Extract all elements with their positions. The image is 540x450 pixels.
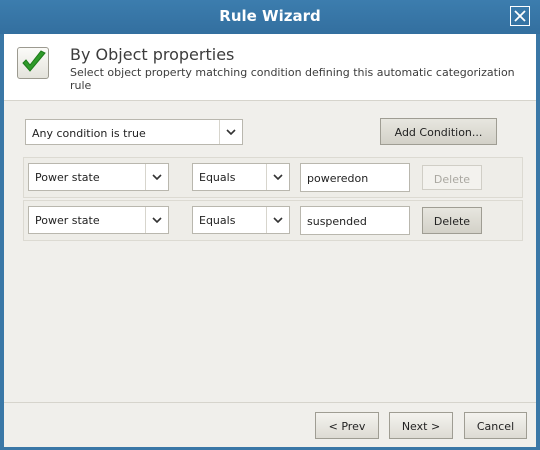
value-input[interactable]: poweredon <box>300 163 410 192</box>
delete-button[interactable]: Delete <box>422 207 482 234</box>
operator-value: Equals <box>199 171 236 184</box>
delete-label: Delete <box>433 215 471 228</box>
prev-label: < Prev <box>328 420 366 433</box>
property-dropdown[interactable]: Power state <box>28 206 169 234</box>
property-value: Power state <box>35 171 100 184</box>
cancel-label: Cancel <box>476 420 515 433</box>
match-mode-value: Any condition is true <box>32 127 146 140</box>
header-title: By Object properties <box>70 45 235 64</box>
delete-button[interactable]: Delete <box>422 165 482 190</box>
next-button[interactable]: Next > <box>389 412 453 439</box>
next-label: Next > <box>401 420 441 433</box>
rule-wizard-window: Rule Wizard By Object properties Select … <box>0 0 540 450</box>
prev-button[interactable]: < Prev <box>315 412 379 439</box>
operator-value: Equals <box>199 214 236 227</box>
header-subtitle: Select object property matching conditio… <box>70 66 515 92</box>
chevron-down-icon <box>152 174 162 180</box>
window-title: Rule Wizard <box>219 7 321 25</box>
dropdown-arrow[interactable] <box>219 120 242 144</box>
dropdown-arrow[interactable] <box>145 207 168 233</box>
add-condition-button[interactable]: Add Condition... <box>380 118 497 145</box>
wizard-header: By Object properties Select object prope… <box>4 34 536 101</box>
value-input[interactable]: suspended <box>300 206 410 235</box>
operator-dropdown[interactable]: Equals <box>192 206 290 234</box>
add-condition-label: Add Condition... <box>394 126 483 139</box>
checkmark-icon <box>22 50 46 72</box>
value-text: poweredon <box>307 172 369 185</box>
chevron-down-icon <box>273 174 283 180</box>
dialog-content: By Object properties Select object prope… <box>4 34 536 447</box>
delete-label: Delete <box>433 173 471 186</box>
condition-row: Power state Equals suspended Delete <box>23 200 523 241</box>
close-button[interactable] <box>510 6 530 26</box>
match-mode-dropdown[interactable]: Any condition is true <box>25 119 243 145</box>
chevron-down-icon <box>226 129 236 135</box>
value-text: suspended <box>307 215 367 228</box>
close-icon <box>514 10 526 22</box>
dropdown-arrow[interactable] <box>266 207 289 233</box>
property-value: Power state <box>35 214 100 227</box>
dropdown-arrow[interactable] <box>266 164 289 190</box>
cancel-button[interactable]: Cancel <box>464 412 527 439</box>
chevron-down-icon <box>152 217 162 223</box>
property-dropdown[interactable]: Power state <box>28 163 169 191</box>
dropdown-arrow[interactable] <box>145 164 168 190</box>
wizard-footer: < Prev Next > Cancel <box>4 402 536 447</box>
checkmark-icon-frame <box>17 47 49 79</box>
title-bar[interactable]: Rule Wizard <box>0 0 540 34</box>
condition-row: Power state Equals poweredon Delete <box>23 157 523 198</box>
operator-dropdown[interactable]: Equals <box>192 163 290 191</box>
chevron-down-icon <box>273 217 283 223</box>
